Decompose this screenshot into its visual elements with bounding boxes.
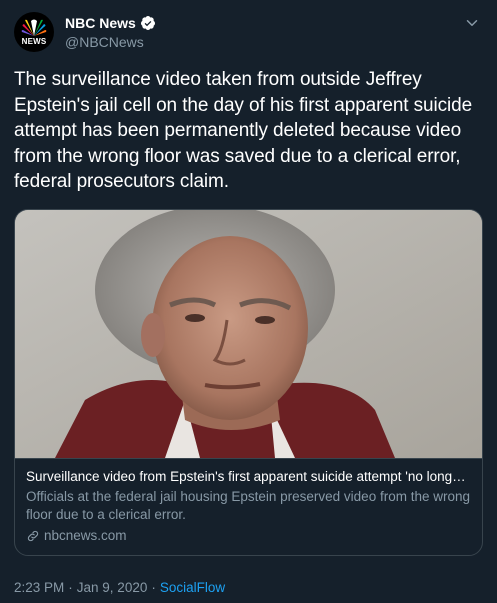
card-image[interactable] <box>15 209 482 458</box>
meta-separator: · <box>151 579 156 595</box>
chevron-down-icon[interactable] <box>463 14 481 32</box>
card-domain: nbcnews.com <box>26 527 471 545</box>
avatar[interactable]: NEWS <box>14 12 54 52</box>
tweet-header: NEWS NBC News @NBCNews <box>14 12 483 52</box>
tweet-source[interactable]: SocialFlow <box>160 580 225 595</box>
link-card[interactable]: Surveillance video from Epstein's first … <box>14 208 483 556</box>
tweet: NEWS NBC News @NBCNews The surveillance … <box>0 0 497 603</box>
meta-separator: · <box>68 579 73 595</box>
tweet-date[interactable]: Jan 9, 2020 <box>77 580 148 595</box>
verified-badge-icon <box>140 16 155 30</box>
portrait-photo <box>15 209 482 458</box>
peacock-logo-icon <box>21 19 47 36</box>
tweet-text: The surveillance video taken from outsid… <box>14 69 473 192</box>
card-title: Surveillance video from Epstein's first … <box>26 468 471 484</box>
display-name[interactable]: NBC News <box>65 15 136 31</box>
card-body[interactable]: Surveillance video from Epstein's first … <box>15 457 482 555</box>
tweet-time[interactable]: 2:23 PM <box>14 580 64 595</box>
card-description: Officials at the federal jail housing Ep… <box>26 488 470 522</box>
name-row: NBC News <box>65 14 156 32</box>
avatar-text: NEWS <box>21 36 47 46</box>
account-names: NBC News @NBCNews <box>65 14 156 50</box>
account-handle[interactable]: @NBCNews <box>65 34 156 50</box>
link-icon <box>27 530 39 541</box>
card-domain-text: nbcnews.com <box>44 527 127 543</box>
tweet-meta: 2:23 PM · Jan 9, 2020 · SocialFlow <box>14 580 483 595</box>
